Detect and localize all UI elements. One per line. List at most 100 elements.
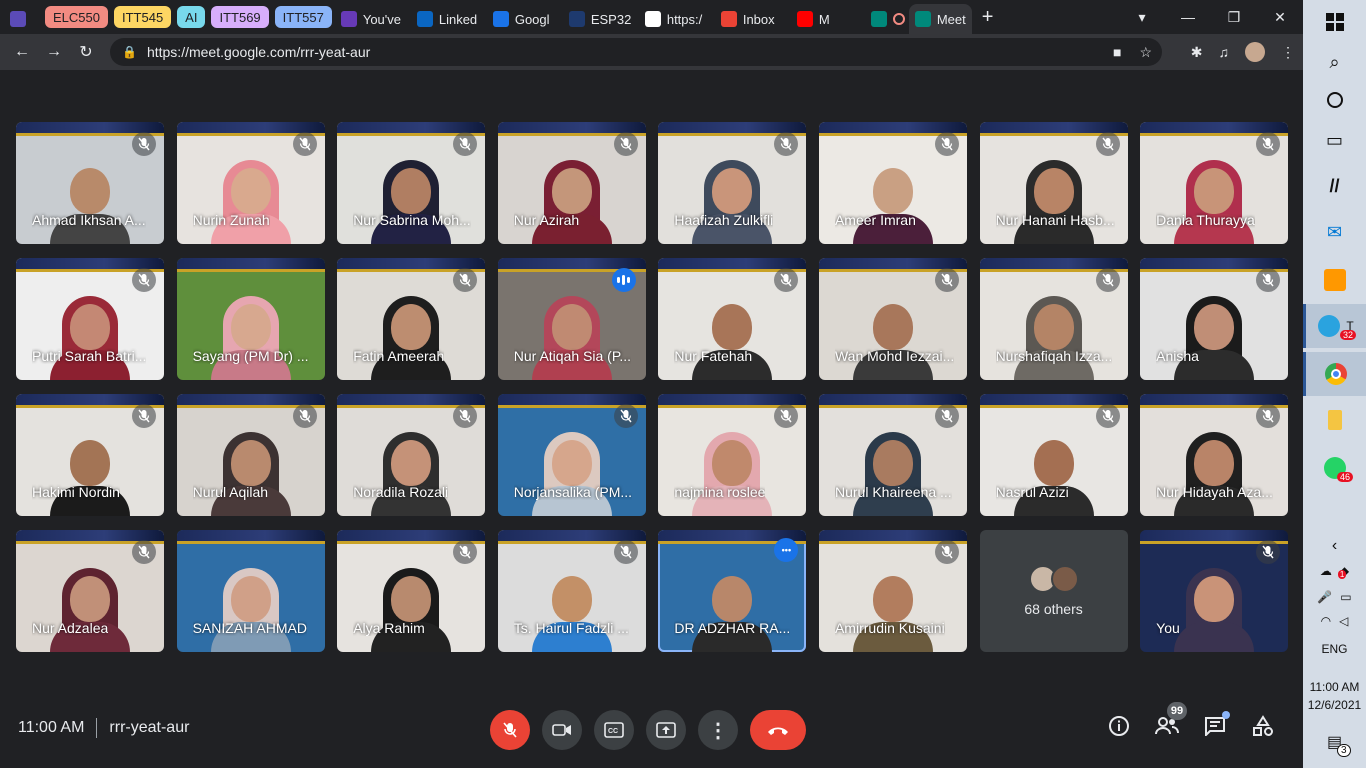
participant-tile[interactable]: Hakimi Nordin: [16, 394, 164, 516]
participant-tile[interactable]: Ahmad Ikhsan A...: [16, 122, 164, 244]
browser-tab[interactable]: Googl: [487, 5, 563, 33]
participant-tile[interactable]: Nur Hanani Hasb...: [979, 122, 1128, 244]
app-file-explorer[interactable]: [1303, 398, 1366, 442]
more-options-button[interactable]: ⋮: [698, 710, 738, 750]
clock-date[interactable]: 12/6/2021: [1303, 698, 1366, 712]
participant-tile[interactable]: Nurul Khaireena ...: [818, 394, 967, 516]
app-whatsapp[interactable]: 46: [1303, 446, 1366, 490]
minimize-button[interactable]: —: [1165, 9, 1211, 25]
participant-tile[interactable]: Dania Thurayya: [1140, 122, 1289, 244]
microphone-icon[interactable]: 🎤: [1317, 590, 1332, 604]
start-button[interactable]: [1303, 0, 1366, 44]
leave-call-button[interactable]: [750, 710, 806, 750]
reload-icon[interactable]: ↻: [70, 42, 102, 62]
back-icon[interactable]: ←: [6, 43, 38, 61]
activities-button[interactable]: [1251, 714, 1275, 738]
notifications-button[interactable]: ▤ 3: [1303, 720, 1366, 764]
participant-tile[interactable]: ••• DR ADZHAR RA...: [658, 530, 807, 652]
browser-tab[interactable]: Linked: [411, 5, 487, 33]
tab-meet-active[interactable]: Meet: [908, 4, 972, 34]
cortana-button[interactable]: [1303, 78, 1366, 122]
tab-meet-recording[interactable]: [867, 5, 909, 33]
clock-time[interactable]: 11:00 AM: [1303, 680, 1366, 694]
participant-tile[interactable]: Fatin Ameerah: [337, 258, 486, 380]
chrome-menu-icon[interactable]: ⋮: [1281, 44, 1295, 61]
captions-button[interactable]: CC: [594, 710, 634, 750]
forward-icon[interactable]: →: [38, 43, 70, 61]
participant-video: [851, 430, 935, 516]
more-options-icon[interactable]: •••: [774, 538, 799, 562]
tab-label: Inbox: [742, 11, 775, 27]
participant-tile[interactable]: Nur Hidayah Aza...: [1140, 394, 1289, 516]
chat-button[interactable]: [1203, 711, 1230, 738]
participant-tile[interactable]: Nur Fatehah: [658, 258, 807, 380]
participant-tile[interactable]: Anisha: [1140, 258, 1289, 380]
participant-tile[interactable]: Norjansalika (PM...: [497, 394, 646, 516]
wifi-icon[interactable]: ◠: [1321, 614, 1331, 628]
present-button[interactable]: [646, 710, 686, 750]
browser-tab[interactable]: Inbox: [715, 5, 791, 33]
others-tile[interactable]: 68 others: [979, 530, 1128, 652]
camera-in-use-icon[interactable]: ■: [1113, 44, 1121, 61]
app-chrome[interactable]: [1303, 352, 1366, 396]
participant-tile[interactable]: Nurshafiqah Izza...: [979, 258, 1128, 380]
tab-group-chip[interactable]: ITT545: [113, 6, 172, 28]
language-indicator[interactable]: ENG: [1303, 642, 1366, 656]
browser-tab[interactable]: ESP32: [563, 5, 639, 33]
participant-tile[interactable]: Nur Atiqah Sia (P...: [497, 258, 646, 380]
bookmark-star-icon[interactable]: ☆: [1139, 44, 1152, 61]
participant-tile[interactable]: Nasrul Azizi: [979, 394, 1128, 516]
volume-icon[interactable]: ◁: [1339, 614, 1348, 628]
participant-tile[interactable]: You: [1140, 530, 1289, 652]
participant-tile[interactable]: najmina roslee: [658, 394, 807, 516]
browser-tab[interactable]: https:/: [639, 5, 715, 33]
tab-group-chip[interactable]: AI: [177, 6, 206, 28]
participant-tile[interactable]: Noradila Rozali: [337, 394, 486, 516]
extensions-icon[interactable]: ✱: [1191, 44, 1203, 61]
captions-icon: CC: [604, 722, 624, 738]
close-window-button[interactable]: ✕: [1257, 9, 1303, 26]
task-view-button[interactable]: ▭: [1303, 118, 1366, 162]
participant-tile[interactable]: Nur Azirah: [497, 122, 646, 244]
media-control-icon[interactable]: ♫: [1219, 44, 1230, 60]
tab-group-chip[interactable]: ELC550: [45, 6, 108, 28]
new-tab-button[interactable]: +: [982, 6, 994, 29]
mic-off-button[interactable]: [490, 710, 530, 750]
participant-tile[interactable]: Alya Rahim: [337, 530, 486, 652]
tab-search-dropdown-icon[interactable]: ▾: [1119, 9, 1165, 26]
participant-tile[interactable]: Ts. Hairul Fadzli ...: [497, 530, 646, 652]
app-telegram[interactable]: T 32: [1303, 304, 1366, 348]
participant-video: [48, 294, 132, 380]
tab-group-chip[interactable]: ITT569: [211, 6, 269, 28]
participant-tile[interactable]: Nur Adzalea: [16, 530, 164, 652]
address-bar[interactable]: 🔒 https://meet.google.com/rrr-yeat-aur ■…: [110, 38, 1162, 66]
app-mail[interactable]: ✉: [1303, 210, 1366, 254]
profile-avatar[interactable]: [1245, 42, 1265, 62]
tab-meet-label: Meet: [936, 11, 966, 27]
app-sublime[interactable]: [1303, 258, 1366, 302]
lock-icon[interactable]: 🔒: [122, 45, 137, 59]
participant-tile[interactable]: Ameer Imran: [818, 122, 967, 244]
browser-tab[interactable]: You've: [335, 5, 411, 33]
folder-icon: [1327, 410, 1342, 430]
participant-tile[interactable]: SANIZAH AHMAD: [176, 530, 325, 652]
app-sketch[interactable]: //: [1303, 164, 1366, 208]
onedrive-icon[interactable]: ☁: [1320, 564, 1332, 578]
browser-tab[interactable]: M: [791, 5, 867, 33]
meeting-details-button[interactable]: [1107, 714, 1131, 738]
participant-tile[interactable]: Wan Mohd Iezzai...: [818, 258, 967, 380]
battery-icon[interactable]: ▭: [1340, 590, 1351, 604]
participant-tile[interactable]: Nurul Aqilah: [176, 394, 325, 516]
participant-tile[interactable]: Amirrudin Kusaini: [818, 530, 967, 652]
participant-tile[interactable]: Nurin Zunah: [176, 122, 325, 244]
tab-group-chip[interactable]: ITT557: [274, 6, 332, 28]
participant-tile[interactable]: Nur Sabrina Moh...: [337, 122, 486, 244]
participant-tile[interactable]: Haafizah Zulkifli: [658, 122, 807, 244]
people-button[interactable]: 99: [1155, 702, 1187, 738]
tab-search-icon[interactable]: [0, 5, 42, 33]
participant-tile[interactable]: Putri Sarah Batri...: [16, 258, 164, 380]
participant-tile[interactable]: Sayang (PM Dr) ...: [176, 258, 325, 380]
restore-button[interactable]: ❐: [1211, 9, 1257, 26]
dropbox-icon[interactable]: ◆1: [1337, 564, 1349, 579]
camera-button[interactable]: [542, 710, 582, 750]
